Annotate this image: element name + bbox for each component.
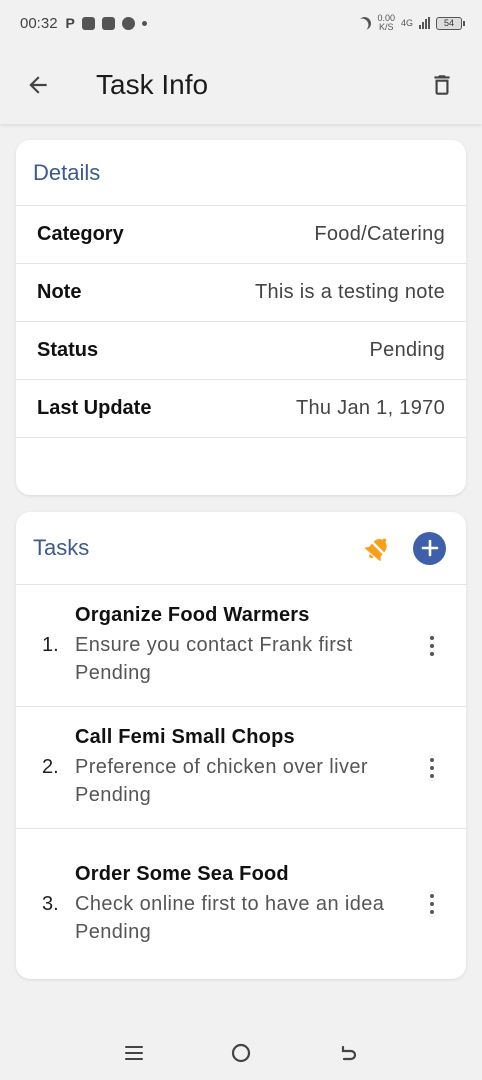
detail-value: Thu Jan 1, 1970 xyxy=(295,397,445,419)
p-notification-icon: P xyxy=(65,15,75,31)
status-bar: 00:32 P 0.00 K/S 4G 54 xyxy=(0,0,482,46)
trash-icon xyxy=(434,75,450,95)
detail-label: Note xyxy=(37,281,82,303)
task-more-button[interactable] xyxy=(420,757,444,778)
task-item[interactable]: 1. Organize Food Warmers Ensure you cont… xyxy=(16,585,466,707)
detail-value: This is a testing note xyxy=(254,281,445,303)
detail-value: Pending xyxy=(369,339,445,361)
detail-row-last-update: Last Update Thu Jan 1, 1970 xyxy=(16,380,466,438)
signal-icon xyxy=(419,17,430,29)
more-notifications-icon xyxy=(141,20,147,26)
back-nav-button[interactable] xyxy=(328,1033,368,1073)
battery-level: 54 xyxy=(443,18,454,28)
detail-row-category: Category Food/Catering xyxy=(16,206,466,264)
status-right: 0.00 K/S 4G 54 xyxy=(356,14,465,32)
task-number: 3. xyxy=(42,892,59,915)
menu-icon xyxy=(124,1045,143,1060)
arrow-back-icon xyxy=(29,76,47,94)
task-description: Check online first to have an idea xyxy=(75,892,385,915)
home-button[interactable] xyxy=(221,1033,261,1073)
details-card: Details Category Food/Catering Note This… xyxy=(16,140,466,495)
notification-box-icon xyxy=(81,16,95,30)
task-title: Call Femi Small Chops xyxy=(75,726,295,748)
more-vert-icon xyxy=(430,894,434,898)
task-status: Pending xyxy=(75,784,152,806)
task-status: Pending xyxy=(75,662,152,684)
network-speed: 0.00 K/S xyxy=(377,14,395,32)
back-icon xyxy=(342,1045,357,1060)
task-number: 2. xyxy=(42,756,59,778)
app-bar: Task Info xyxy=(0,46,482,124)
bell-off-icon xyxy=(364,537,389,562)
task-more-button[interactable] xyxy=(420,894,444,914)
detail-label: Category xyxy=(37,223,124,245)
menu-button[interactable] xyxy=(114,1033,154,1073)
task-number: 1. xyxy=(42,634,59,656)
detail-label: Last Update xyxy=(37,397,152,419)
delete-button[interactable] xyxy=(422,65,462,105)
notification-message-icon xyxy=(101,16,115,30)
plus-icon xyxy=(421,539,438,557)
task-more-button[interactable] xyxy=(420,635,444,656)
add-task-button[interactable] xyxy=(413,531,446,565)
notification-icons: P xyxy=(66,15,147,31)
tasks-header-actions xyxy=(363,531,446,565)
tasks-card: Tasks 1. Organize Food Warmers Ensure yo… xyxy=(16,512,466,979)
network-speed-unit: K/S xyxy=(378,22,394,32)
tasks-title: Tasks xyxy=(33,535,90,560)
battery-icon: 54 xyxy=(436,16,465,30)
task-description: Ensure you contact Frank first xyxy=(75,634,353,656)
task-body: Organize Food Warmers Ensure you contact… xyxy=(75,604,420,687)
task-status: Pending xyxy=(75,920,152,943)
notification-bell-button[interactable] xyxy=(363,533,393,563)
more-vert-icon xyxy=(430,635,434,640)
do-not-disturb-icon xyxy=(356,14,374,32)
detail-value: Food/Catering xyxy=(314,223,445,245)
home-icon xyxy=(231,1043,251,1062)
status-time: 00:32 xyxy=(20,14,58,32)
task-body: Call Femi Small Chops Preference of chic… xyxy=(75,726,420,809)
detail-row-note: Note This is a testing note xyxy=(16,264,466,322)
tasks-header: Tasks xyxy=(16,512,466,585)
task-item[interactable]: 2. Call Femi Small Chops Preference of c… xyxy=(16,707,466,829)
system-nav-bar xyxy=(0,1025,482,1080)
network-type: 4G xyxy=(400,18,413,28)
back-button[interactable] xyxy=(18,65,58,105)
task-title: Organize Food Warmers xyxy=(75,604,310,626)
detail-label: Status xyxy=(37,339,99,361)
details-header: Details xyxy=(16,140,466,206)
task-description: Preference of chicken over liver xyxy=(75,756,368,778)
task-body: Order Some Sea Food Check online first t… xyxy=(75,863,420,946)
more-vert-icon xyxy=(430,757,434,762)
details-title: Details xyxy=(33,159,101,185)
page-title: Task Info xyxy=(96,69,209,100)
android-icon xyxy=(121,16,135,30)
detail-row-status: Status Pending xyxy=(16,322,466,380)
task-title: Order Some Sea Food xyxy=(75,862,289,885)
task-item[interactable]: 3. Order Some Sea Food Check online firs… xyxy=(16,829,466,979)
